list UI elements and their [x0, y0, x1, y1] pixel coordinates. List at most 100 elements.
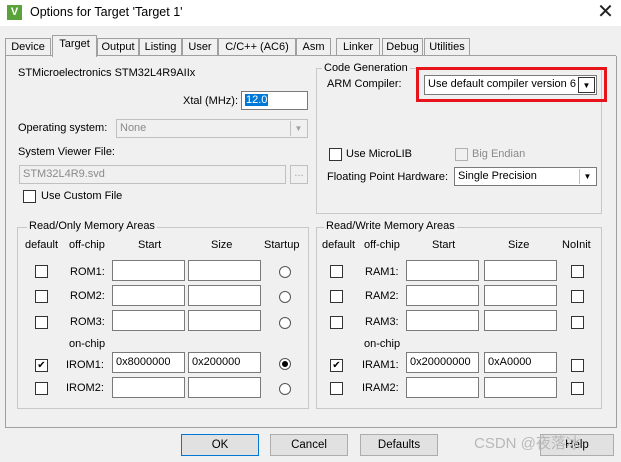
big-endian-label: Big Endian: [472, 148, 526, 160]
irom1-label: IROM1:: [66, 359, 104, 371]
rom3-startup-radio[interactable]: [279, 317, 291, 329]
iram1-default-checkbox[interactable]: ✔: [330, 359, 343, 372]
fpu-select[interactable]: Single Precision ▼: [454, 167, 597, 186]
ro-onchip-label: on-chip: [69, 338, 106, 350]
iram1-noinit-checkbox[interactable]: [571, 359, 584, 372]
rom3-start-input[interactable]: [112, 310, 185, 331]
ram2-label: RAM2:: [365, 290, 399, 302]
iram1-size-input[interactable]: 0xA0000: [484, 352, 557, 373]
tab-utilities[interactable]: Utilities: [424, 38, 470, 56]
irom1-startup-radio[interactable]: [279, 358, 291, 370]
rw-header-offchip: off-chip: [364, 239, 400, 251]
big-endian-checkbox[interactable]: [455, 148, 468, 161]
rw-header-default: default: [322, 239, 356, 251]
ram2-start-input[interactable]: [406, 285, 479, 306]
iram2-start-input[interactable]: [406, 377, 479, 398]
ram1-default-checkbox[interactable]: [330, 265, 343, 278]
rw-memory-title: Read/Write Memory Areas: [324, 220, 457, 232]
irom2-start-input[interactable]: [112, 377, 185, 398]
os-label: Operating system:: [18, 122, 108, 134]
rom2-size-input[interactable]: [188, 285, 261, 306]
ram2-size-input[interactable]: [484, 285, 557, 306]
use-microlib-label: Use MicroLIB: [346, 148, 413, 160]
rom2-start-input[interactable]: [112, 285, 185, 306]
os-value: None: [120, 122, 147, 134]
ro-header-startup: Startup: [264, 239, 300, 251]
irom2-default-checkbox[interactable]: [35, 382, 48, 395]
ro-header-start: Start: [138, 239, 162, 251]
cancel-button[interactable]: Cancel: [270, 434, 348, 456]
irom1-size-input[interactable]: 0x200000: [188, 352, 261, 373]
iram2-label: IRAM2:: [362, 382, 399, 394]
ro-memory-title: Read/Only Memory Areas: [27, 220, 157, 232]
ram3-label: RAM3:: [365, 316, 399, 328]
xtal-value: 12.0: [245, 94, 269, 106]
rom2-startup-radio[interactable]: [279, 291, 291, 303]
svd-input[interactable]: STM32L4R9.svd: [19, 165, 286, 184]
iram1-label: IRAM1:: [362, 359, 399, 371]
iram2-size-input[interactable]: [484, 377, 557, 398]
tab-debug[interactable]: Debug: [382, 38, 423, 56]
rom3-label: ROM3:: [70, 316, 105, 328]
tab-asm[interactable]: Asm: [296, 38, 331, 56]
tab-linker[interactable]: Linker: [336, 38, 380, 56]
use-microlib-checkbox[interactable]: [329, 148, 342, 161]
ram1-label: RAM1:: [365, 266, 399, 278]
tab-device[interactable]: Device: [5, 38, 51, 56]
use-custom-file-checkbox[interactable]: [23, 190, 36, 203]
tab-user[interactable]: User: [182, 38, 218, 56]
ram2-default-checkbox[interactable]: [330, 290, 343, 303]
arm-compiler-select[interactable]: Use default compiler version 6 ▼: [424, 75, 597, 95]
use-custom-file-label: Use Custom File: [41, 190, 123, 202]
tab-target[interactable]: Target: [52, 35, 97, 57]
rom2-default-checkbox[interactable]: [35, 290, 48, 303]
ok-button[interactable]: OK: [181, 434, 259, 456]
close-icon[interactable]: ✕: [590, 0, 621, 26]
iram2-default-checkbox[interactable]: [330, 382, 343, 395]
rw-header-start: Start: [432, 239, 456, 251]
irom2-startup-radio[interactable]: [279, 383, 291, 395]
irom1-start-input[interactable]: 0x8000000: [112, 352, 185, 373]
tab-listing[interactable]: Listing: [139, 38, 182, 56]
rom3-size-input[interactable]: [188, 310, 261, 331]
ram3-size-input[interactable]: [484, 310, 557, 331]
ram1-noinit-checkbox[interactable]: [571, 265, 584, 278]
rw-header-size: Size: [508, 239, 530, 251]
chevron-down-icon: ▼: [578, 77, 595, 93]
rom1-default-checkbox[interactable]: [35, 265, 48, 278]
rom3-default-checkbox[interactable]: [35, 316, 48, 329]
tab-cc[interactable]: C/C++ (AC6): [218, 38, 296, 56]
window-title: Options for Target 'Target 1': [30, 5, 183, 19]
ram1-size-input[interactable]: [484, 260, 557, 281]
ram1-start-input[interactable]: [406, 260, 479, 281]
ram3-default-checkbox[interactable]: [330, 316, 343, 329]
ram3-start-input[interactable]: [406, 310, 479, 331]
rom1-start-input[interactable]: [112, 260, 185, 281]
keil-v-icon: V: [7, 5, 22, 20]
rom1-startup-radio[interactable]: [279, 266, 291, 278]
xtal-label: Xtal (MHz):: [183, 95, 238, 107]
fpu-label: Floating Point Hardware:: [327, 171, 449, 183]
radio-dot: [282, 361, 288, 367]
ram2-noinit-checkbox[interactable]: [571, 290, 584, 303]
arm-compiler-label: ARM Compiler:: [327, 78, 402, 90]
os-select[interactable]: None ▼: [116, 119, 308, 138]
xtal-input[interactable]: 12.0: [241, 91, 308, 110]
iram1-start-input[interactable]: 0x20000000: [406, 352, 479, 373]
device-name: STMicroelectronics STM32L4R9AIIx: [18, 67, 196, 79]
ro-header-default: default: [25, 239, 59, 251]
code-generation-title: Code Generation: [322, 62, 410, 74]
chevron-down-icon: ▼: [290, 121, 306, 136]
irom2-label: IROM2:: [66, 382, 104, 394]
tab-output[interactable]: Output: [97, 38, 139, 56]
svd-browse-button[interactable]: ...: [290, 165, 308, 184]
watermark: CSDN @夜落冰: [474, 435, 581, 452]
defaults-button[interactable]: Defaults: [360, 434, 438, 456]
rw-header-noinit: NoInit: [562, 239, 591, 251]
rom1-size-input[interactable]: [188, 260, 261, 281]
iram2-noinit-checkbox[interactable]: [571, 382, 584, 395]
irom2-size-input[interactable]: [188, 377, 261, 398]
irom1-default-checkbox[interactable]: ✔: [35, 359, 48, 372]
rw-onchip-label: on-chip: [364, 338, 401, 350]
ram3-noinit-checkbox[interactable]: [571, 316, 584, 329]
